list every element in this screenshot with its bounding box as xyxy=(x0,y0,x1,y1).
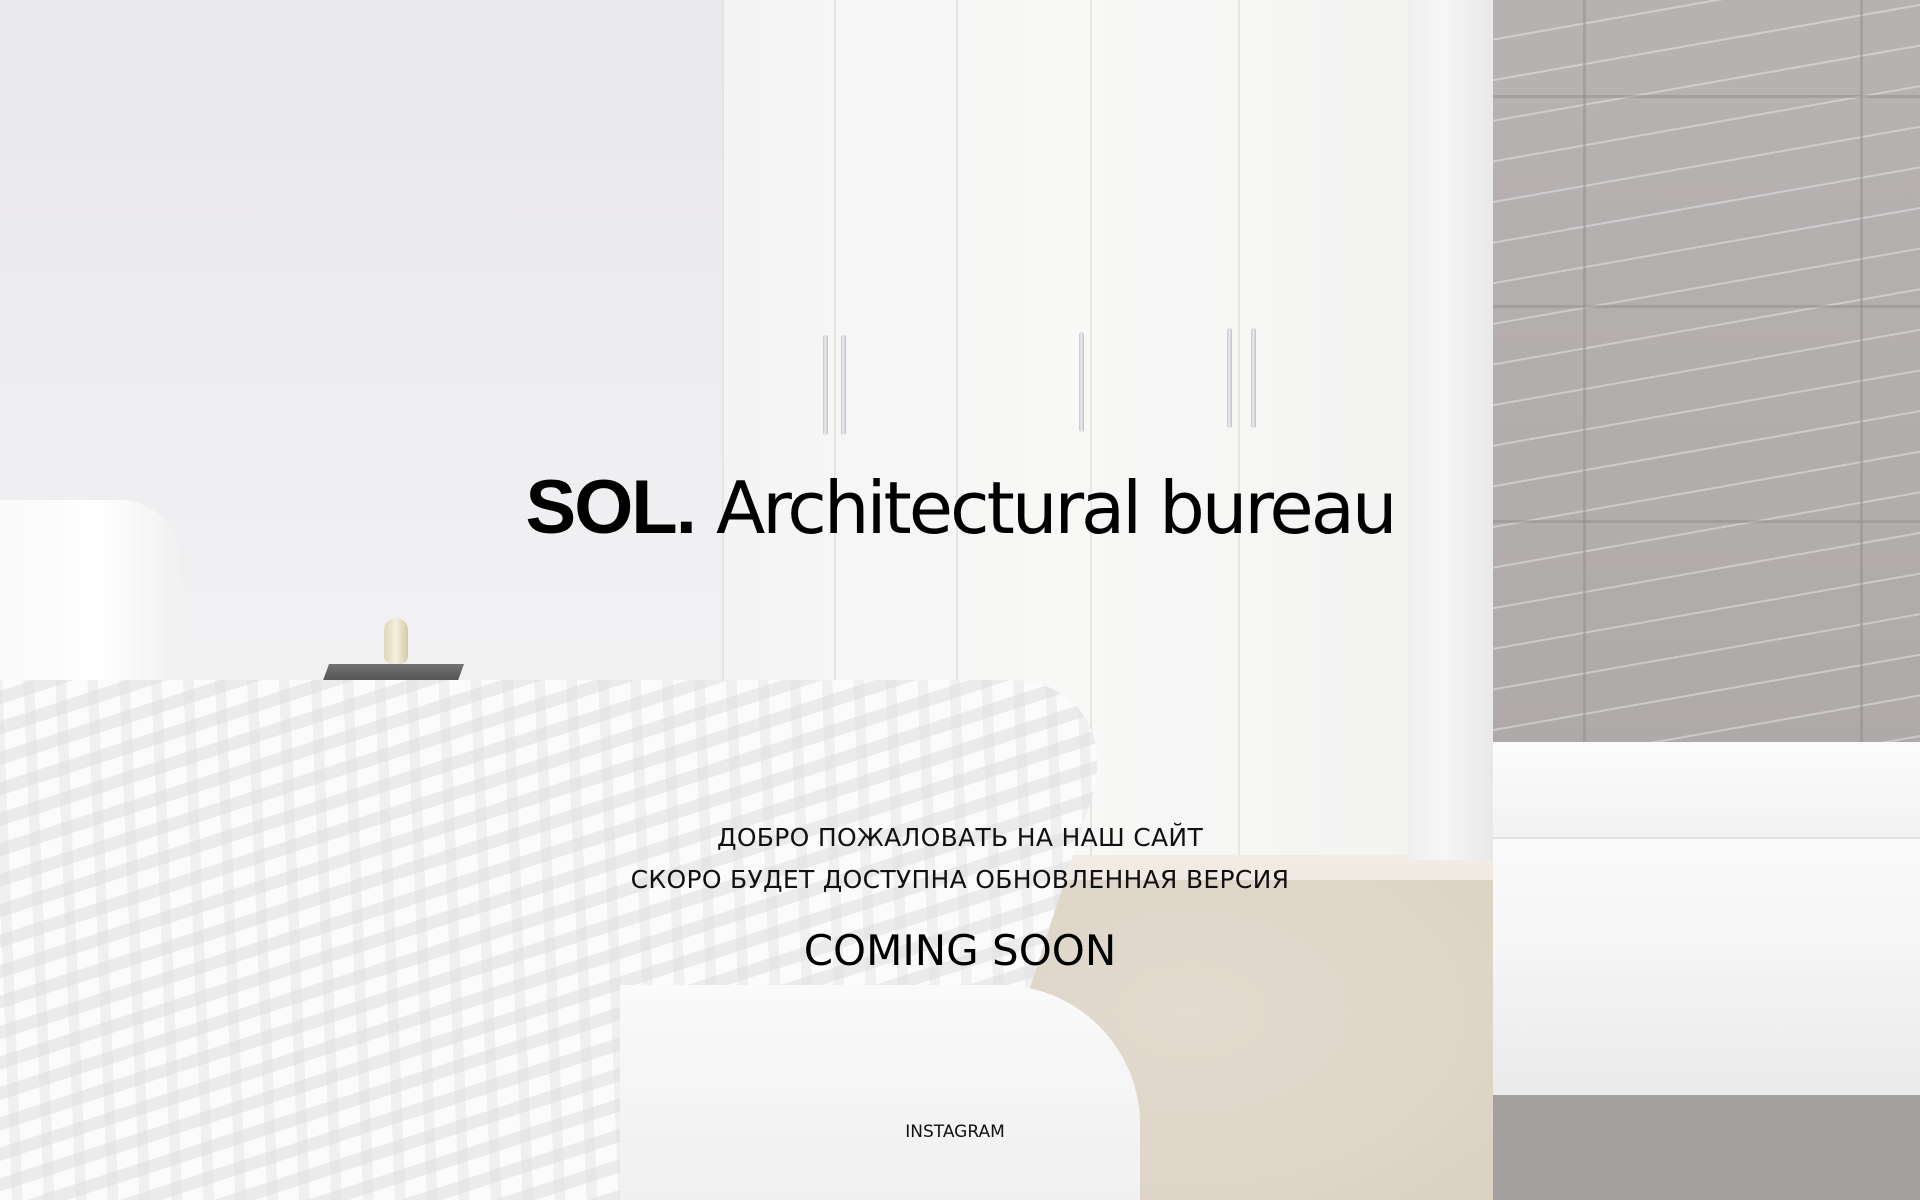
coming-soon-heading: COMING SOON xyxy=(803,926,1117,975)
brand-tagline: Architectural bureau xyxy=(715,466,1397,550)
brand-title: SOL. Architectural bureau xyxy=(0,465,1920,550)
instagram-link[interactable]: INSTAGRAM xyxy=(880,1120,1030,1144)
update-notice-text: СКОРО БУДЕТ ДОСТУПНА ОБНОВЛЕННАЯ ВЕРСИЯ xyxy=(630,865,1290,894)
brand-name: SOL. xyxy=(525,465,697,550)
welcome-text: ДОБРО ПОЖАЛОВАТЬ НА НАШ САЙТ xyxy=(716,823,1204,852)
coming-soon-content: SOL. Architectural bureau ДОБРО ПОЖАЛОВА… xyxy=(0,0,1920,1200)
